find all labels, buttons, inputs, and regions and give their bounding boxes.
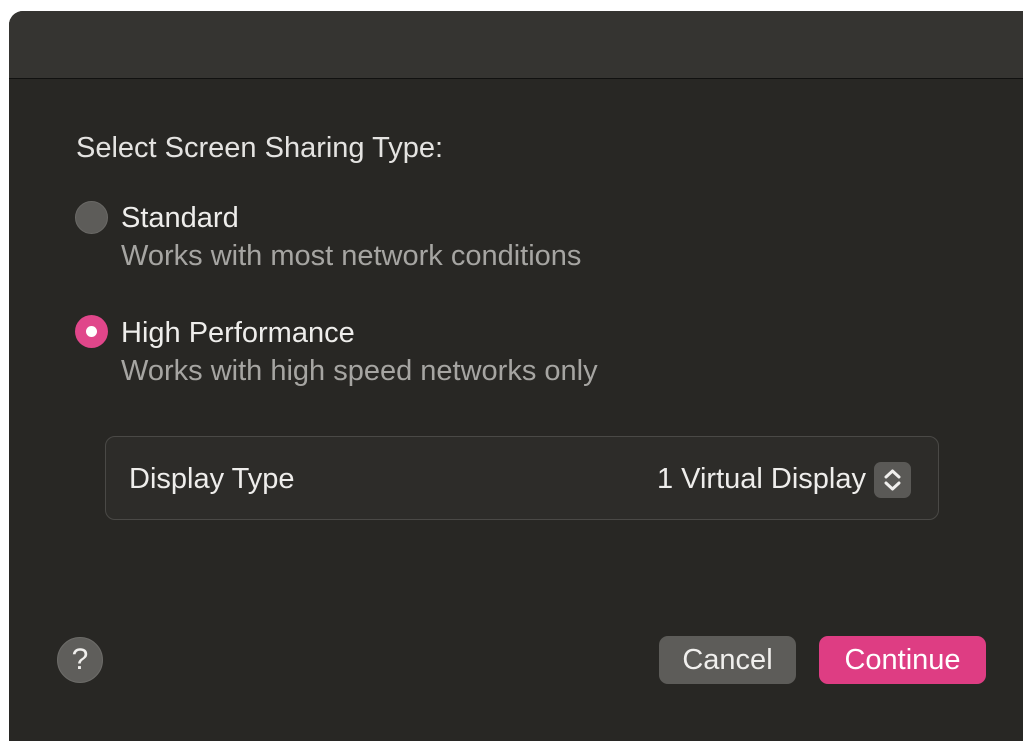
screen-sharing-dialog: Select Screen Sharing Type: Standard Wor… xyxy=(9,11,1023,741)
cancel-button[interactable]: Cancel xyxy=(659,636,796,684)
option-standard-description: Works with most network conditions xyxy=(121,240,582,272)
display-type-row: Display Type 1 Virtual Display xyxy=(105,436,939,520)
radio-selected-dot xyxy=(86,326,97,337)
display-type-label: Display Type xyxy=(129,463,295,495)
chevron-up-down-icon[interactable] xyxy=(874,462,911,498)
continue-button[interactable]: Continue xyxy=(819,636,986,684)
help-icon[interactable]: ? xyxy=(57,637,103,683)
dialog-heading: Select Screen Sharing Type: xyxy=(76,132,444,164)
radio-high-performance[interactable] xyxy=(75,315,108,348)
option-high-performance-description: Works with high speed networks only xyxy=(121,355,598,387)
option-high-performance-label[interactable]: High Performance xyxy=(121,316,355,350)
display-type-select[interactable]: 1 Virtual Display xyxy=(657,462,866,496)
option-standard-label[interactable]: Standard xyxy=(121,201,239,235)
radio-standard[interactable] xyxy=(75,201,108,234)
title-bar[interactable] xyxy=(9,11,1023,79)
